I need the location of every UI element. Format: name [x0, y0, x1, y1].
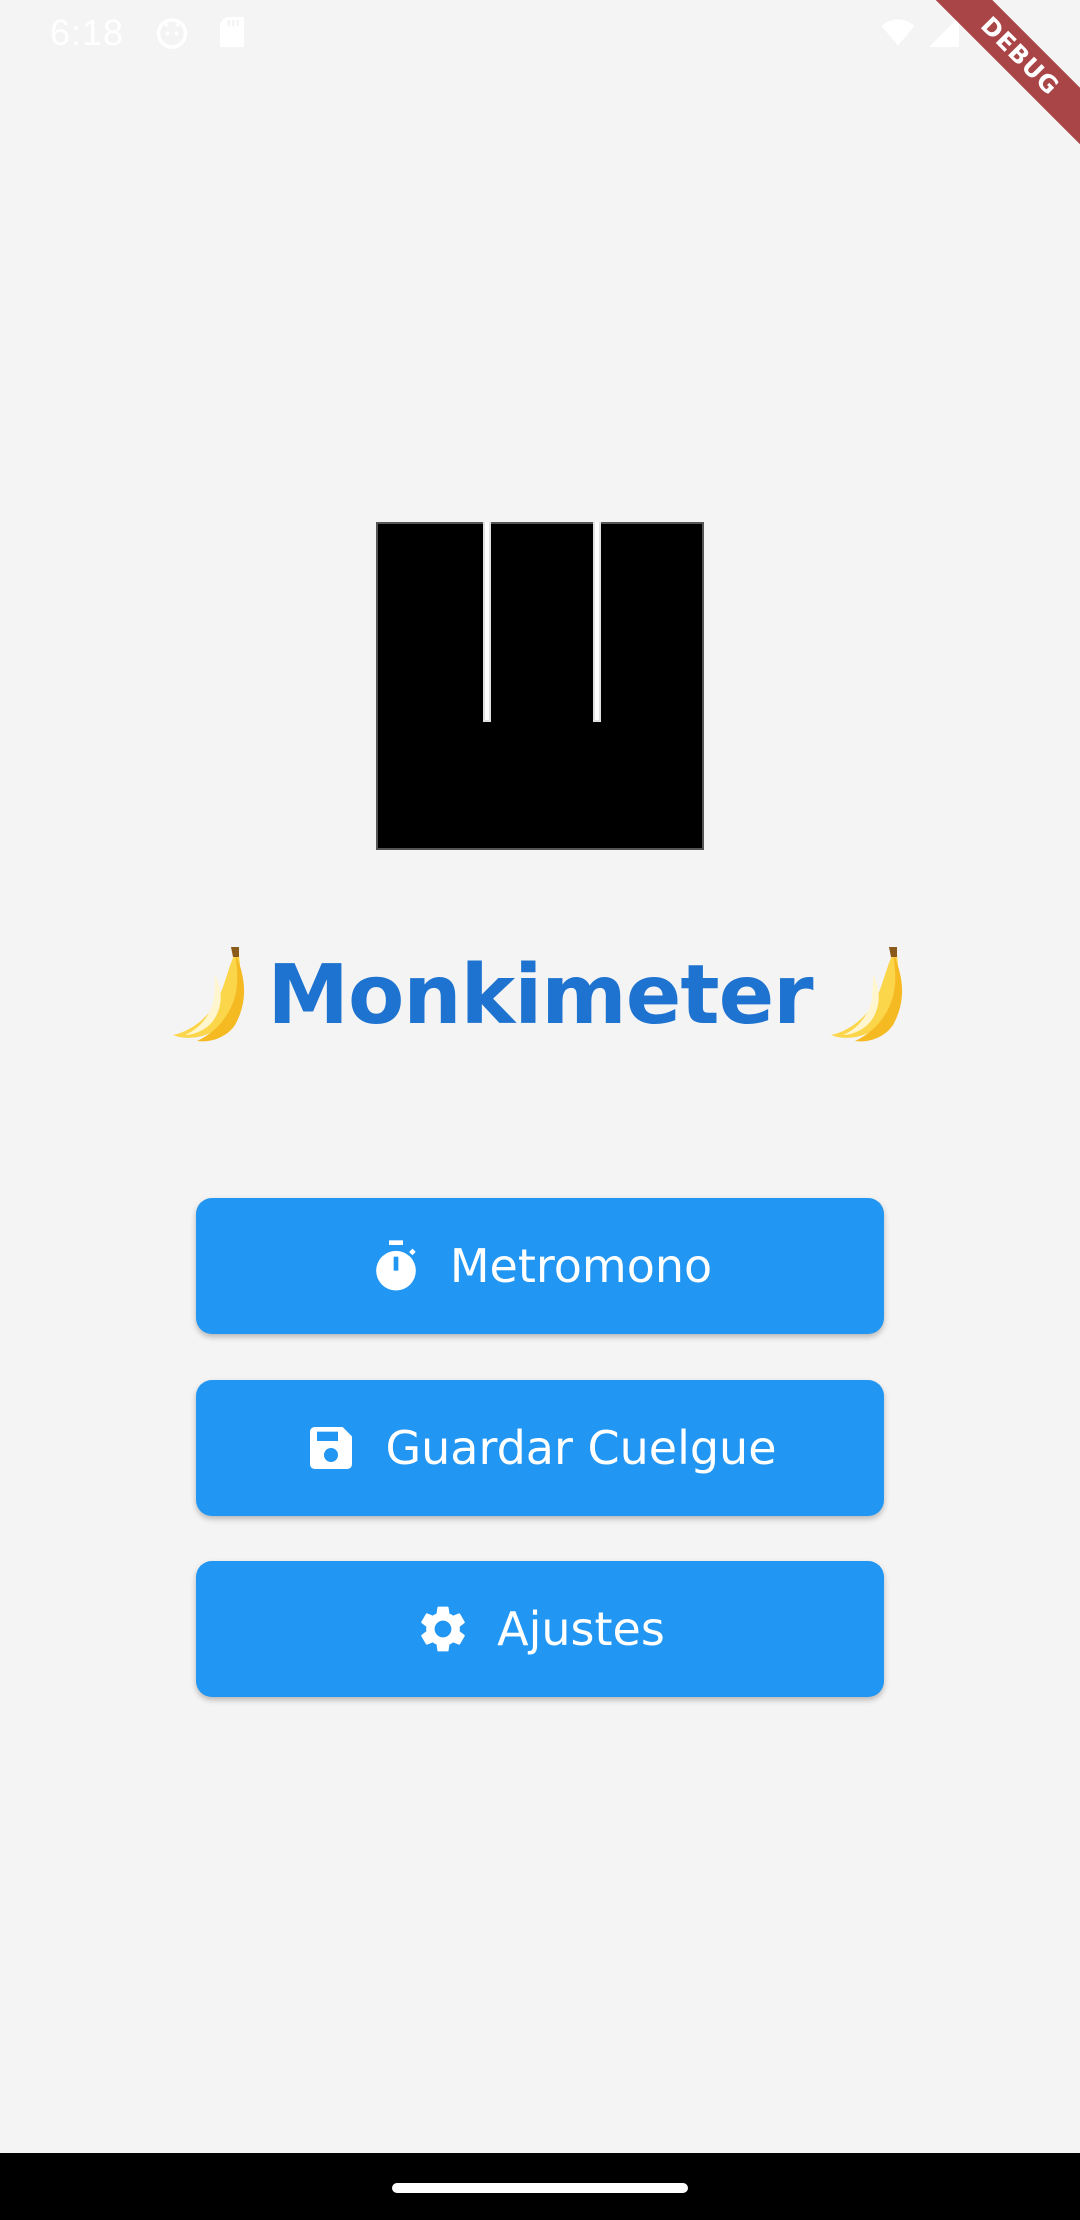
metromono-button[interactable]: Metromono — [196, 1198, 884, 1334]
sd-card-icon — [220, 17, 244, 47]
wifi-icon — [881, 19, 915, 46]
app-logo — [376, 522, 704, 850]
home-screen: 6:18 DEBUG Monkimeter Metromono Guardar … — [0, 0, 1080, 2220]
status-bar: 6:18 — [0, 0, 1080, 66]
battery-icon — [987, 15, 1005, 49]
stopwatch-icon — [375, 1240, 416, 1291]
ajustes-button[interactable]: Ajustes — [196, 1561, 884, 1697]
save-icon — [310, 1427, 353, 1469]
android-face-icon — [156, 18, 188, 49]
home-gesture-handle[interactable] — [392, 2183, 688, 2193]
cell-signal-icon — [929, 17, 959, 47]
guardar-cuelgue-button[interactable]: Guardar Cuelgue — [196, 1380, 884, 1516]
banana-icon — [830, 947, 902, 1042]
app-title: Monkimeter — [267, 947, 813, 1043]
metromono-label: Metromono — [449, 1239, 713, 1293]
ajustes-label: Ajustes — [497, 1602, 665, 1656]
banana-icon — [173, 947, 245, 1042]
status-time: 6:18 — [50, 12, 125, 53]
guardar-cuelgue-label: Guardar Cuelgue — [385, 1421, 777, 1475]
gear-icon — [421, 1606, 465, 1652]
app-title-row: Monkimeter — [0, 940, 1080, 1050]
